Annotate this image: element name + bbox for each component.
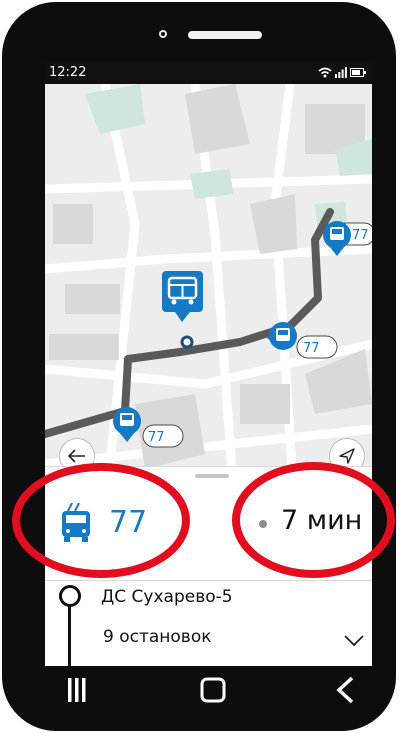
battery-icon	[350, 68, 366, 77]
recent-apps-icon[interactable]	[67, 676, 87, 704]
status-icons	[318, 67, 366, 78]
status-time: 12:22	[49, 65, 87, 80]
stops-count[interactable]: 9 остановок	[103, 627, 212, 647]
stop-timeline	[68, 604, 71, 666]
system-nav-bar	[45, 666, 372, 726]
home-icon[interactable]	[200, 676, 226, 704]
vehicle-marker-2	[267, 322, 338, 359]
trolleybus-icon	[62, 503, 90, 542]
route-sheet: 77 7 мин ДС Сухарево-5 9 остановок	[45, 466, 372, 666]
wifi-icon	[318, 67, 332, 78]
speaker-grille	[188, 31, 262, 39]
live-indicator-dot	[259, 520, 267, 528]
stop-name: ДС Сухарево-5	[101, 587, 233, 607]
navigation-arrow-icon	[339, 448, 355, 464]
vehicle-marker-1-label: 77	[352, 228, 369, 243]
vehicle-marker-2-label: 77	[303, 341, 320, 356]
map-view[interactable]: 77 77 77	[45, 83, 372, 515]
bus-stop-pin-icon	[162, 271, 203, 322]
route-number[interactable]: 77	[109, 505, 147, 540]
sheet-drag-handle[interactable]	[195, 474, 229, 478]
arrow-left-icon	[68, 449, 85, 463]
selected-stop-marker	[180, 335, 194, 349]
status-bar: 12:22	[45, 62, 372, 84]
back-icon[interactable]	[335, 676, 355, 704]
app-screen: 12:22 77 77 77 77 7 мин ДС Сухарево-5 9 …	[45, 62, 372, 666]
vehicle-marker-3-label: 77	[148, 430, 165, 445]
camera-icon	[159, 30, 167, 38]
divider	[45, 580, 372, 581]
signal-icon	[335, 67, 347, 78]
chevron-down-icon[interactable]	[344, 635, 364, 647]
arrival-time: 7 мин	[281, 505, 363, 536]
